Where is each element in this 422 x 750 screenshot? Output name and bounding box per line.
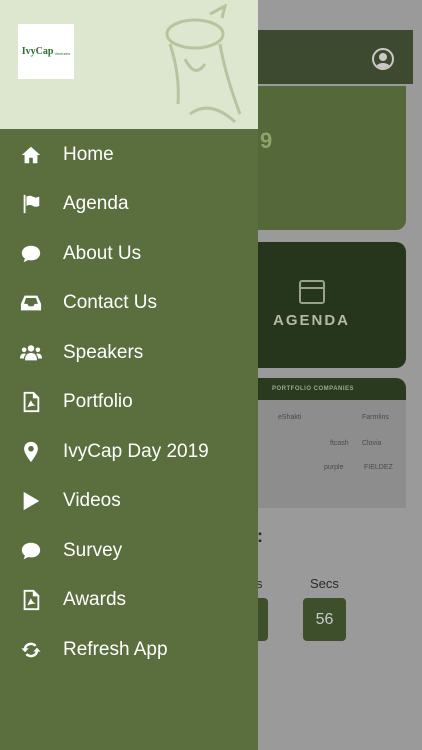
menu-item-label: Contact Us [63, 292, 157, 314]
menu-item-label: About Us [63, 242, 142, 264]
agenda-card-label: AGENDA [273, 312, 351, 329]
menu-item-about-us[interactable]: About Us [0, 229, 258, 279]
profile-icon[interactable] [372, 48, 394, 70]
portfolio-logo: purple [324, 464, 344, 471]
menu-item-ivycap-day-2019[interactable]: IvyCap Day 2019 [0, 427, 258, 477]
logo-subtext: Ventures [54, 51, 71, 56]
menu-item-label: Speakers [63, 341, 144, 363]
menu-item-speakers[interactable]: Speakers [0, 328, 258, 378]
countdown-secs-value: 56 [303, 598, 346, 641]
calendar-icon [299, 280, 325, 304]
menu-item-agenda[interactable]: Agenda [0, 180, 258, 230]
countdown-secs-label: Secs [310, 576, 339, 591]
menu-item-label: Refresh App [63, 638, 168, 660]
pdf-file-icon [19, 390, 43, 414]
users-group-icon [19, 341, 43, 365]
portfolio-logo: Clovia [362, 440, 382, 447]
portfolio-card-title: PORTFOLIO COMPANIES [272, 386, 355, 392]
mascot-illustration [165, 4, 242, 124]
refresh-icon [19, 638, 43, 662]
logo-text: IvyCap [21, 46, 54, 57]
menu-item-videos[interactable]: Videos [0, 477, 258, 527]
ivycap-logo[interactable]: IvyCap Ventures [18, 24, 74, 79]
map-pin-icon [19, 440, 43, 464]
drawer-header: IvyCap Ventures [0, 0, 258, 129]
menu-item-awards[interactable]: Awards [0, 576, 258, 626]
play-icon [19, 489, 43, 513]
menu-item-label: Agenda [63, 193, 129, 215]
menu-item-contact-us[interactable]: Contact Us [0, 279, 258, 329]
menu-item-label: Survey [63, 539, 123, 561]
portfolio-logo: FIELDEZ [364, 464, 393, 471]
menu-item-refresh-app[interactable]: Refresh App [0, 625, 258, 675]
menu-item-label: Portfolio [63, 391, 133, 413]
navigation-drawer: IvyCap Ventures Home Agenda About Us Con… [0, 0, 258, 750]
drawer-menu: Home Agenda About Us Contact Us Speakers [0, 130, 258, 675]
portfolio-logo: ftcash [330, 440, 349, 447]
menu-item-label: Awards [63, 589, 127, 611]
menu-item-label: IvyCap Day 2019 [63, 440, 209, 462]
menu-item-survey[interactable]: Survey [0, 526, 258, 576]
inbox-tray-icon [19, 291, 43, 315]
menu-item-label: Videos [63, 490, 121, 512]
chat-bubble-icon [19, 242, 43, 266]
menu-item-portfolio[interactable]: Portfolio [0, 378, 258, 428]
home-icon [19, 143, 43, 167]
hero-year-fragment: 9 [260, 128, 273, 153]
pdf-file-icon [19, 588, 43, 612]
portfolio-logo: eShakti [278, 414, 302, 421]
menu-item-label: Home [63, 143, 114, 165]
menu-item-home[interactable]: Home [0, 130, 258, 180]
portfolio-logo: Farmlins [362, 414, 389, 421]
flag-icon [19, 192, 43, 216]
chat-bubble-icon [19, 539, 43, 563]
